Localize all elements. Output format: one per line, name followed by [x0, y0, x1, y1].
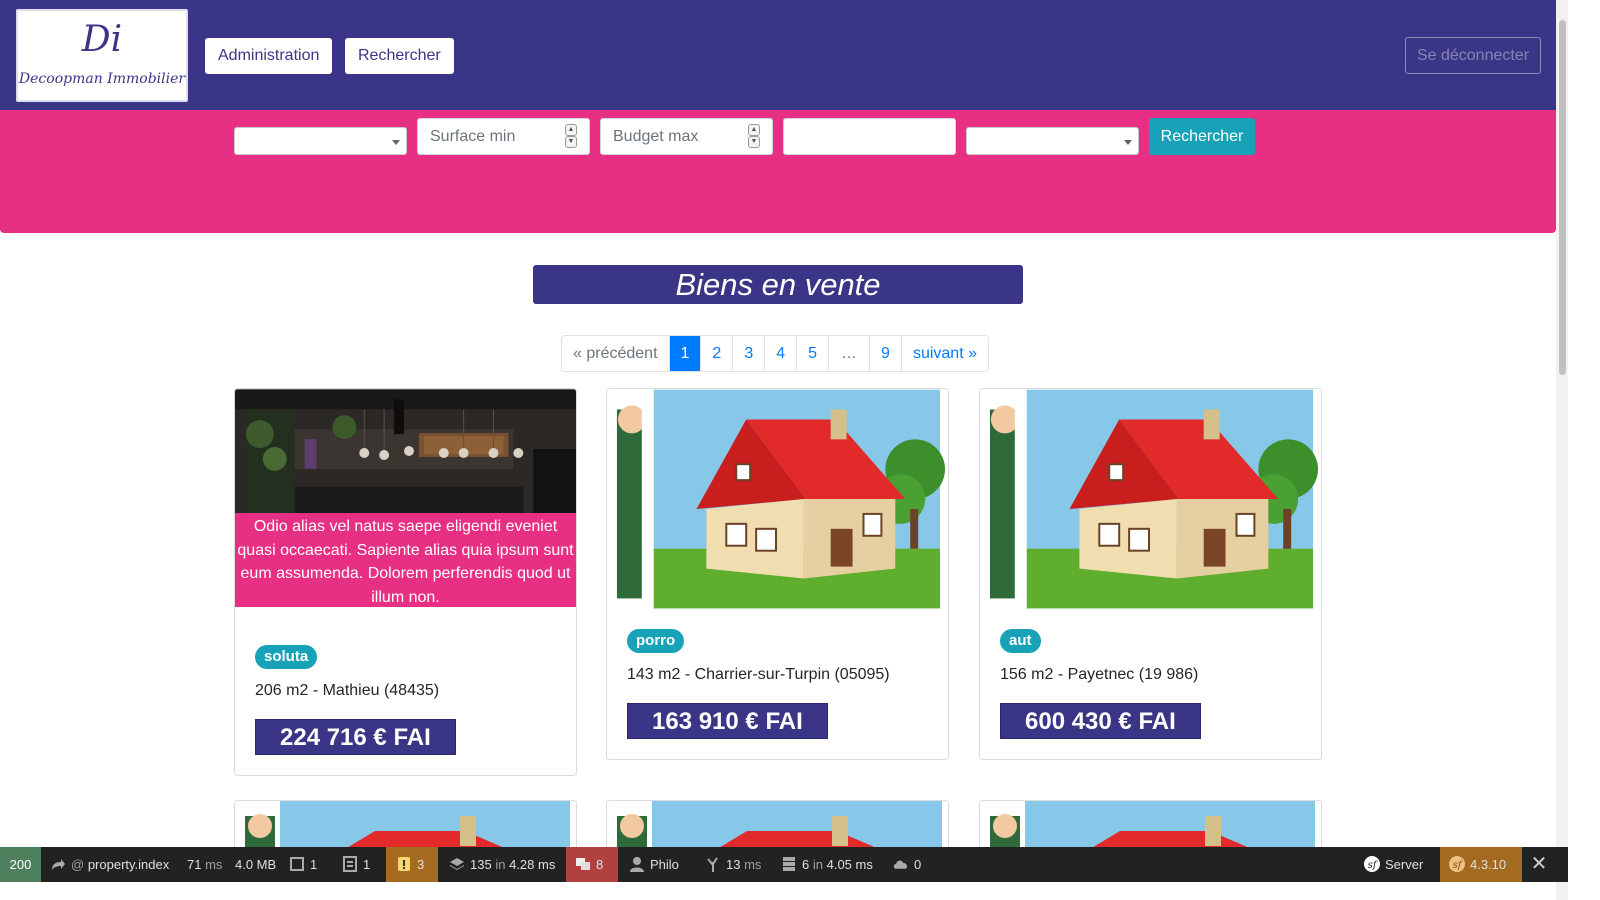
- property-price: 600 430 € FAI: [1000, 703, 1201, 739]
- translations-panel[interactable]: 8: [566, 847, 618, 882]
- route-panel[interactable]: @ property.index: [50, 847, 169, 882]
- symfony-version: 4.3.10: [1470, 857, 1507, 872]
- property-price: 224 716 € FAI: [255, 719, 456, 755]
- cache-in-label: in: [495, 857, 506, 872]
- translation-icon: [576, 858, 590, 870]
- pagination-page-9[interactable]: 9: [869, 336, 901, 371]
- surface-min-placeholder: Surface min: [430, 128, 516, 145]
- surface-min-input[interactable]: Surface min ▲ ▼: [417, 118, 590, 155]
- logout-button[interactable]: Se déconnecter: [1405, 37, 1541, 74]
- twig-time: 13: [726, 857, 741, 872]
- cache-panel[interactable]: 135 in 4.28 ms: [449, 847, 555, 882]
- time-panel[interactable]: 71 ms: [187, 847, 222, 882]
- options-select[interactable]: [966, 127, 1139, 155]
- request-time: 71: [187, 857, 202, 872]
- symfony-icon: sf: [1364, 856, 1380, 872]
- search-bar: Surface min ▲ ▼ Budget max ▲ ▼ Rechercher: [0, 110, 1556, 233]
- twig-panel[interactable]: 13 ms: [705, 847, 761, 882]
- pagination-prev[interactable]: « précédent: [562, 336, 669, 371]
- memory-usage: 4.0 MB: [235, 857, 277, 872]
- translations-count: 8: [596, 857, 604, 872]
- pagination: « précédent 1 2 3 4 5 … 9 suivant »: [561, 335, 989, 372]
- top-navbar: Di Decoopman Immobilier Administration R…: [0, 0, 1556, 110]
- route-name: property.index: [87, 857, 170, 872]
- budget-max-placeholder: Budget max: [613, 128, 699, 145]
- warning-icon: [398, 857, 410, 871]
- user-panel[interactable]: Philo: [629, 847, 679, 882]
- budget-max-input[interactable]: Budget max ▲ ▼: [600, 118, 773, 155]
- property-card[interactable]: Odio alias vel natus saepe eligendi even…: [234, 388, 577, 776]
- forms-panel[interactable]: 1: [289, 847, 317, 882]
- scrollbar-thumb[interactable]: [1559, 20, 1566, 375]
- logs-count: 1: [363, 857, 371, 872]
- server-label: Server: [1385, 857, 1424, 872]
- twig-time-unit: ms: [744, 857, 762, 872]
- warnings-count: 3: [417, 857, 425, 872]
- uploads-panel[interactable]: 0: [893, 847, 921, 882]
- pagination-page-4[interactable]: 4: [764, 336, 797, 371]
- status-code[interactable]: 200: [0, 847, 41, 882]
- logs-icon: [343, 856, 357, 872]
- rechercher-nav-button[interactable]: Rechercher: [345, 38, 454, 74]
- redirect-icon: [52, 859, 65, 870]
- property-info: 156 m2 - Payetnec (19 986): [1000, 666, 1199, 683]
- warnings-panel[interactable]: 3: [386, 847, 438, 882]
- brand-logo[interactable]: Di Decoopman Immobilier: [16, 9, 188, 102]
- property-tag: aut: [1000, 629, 1041, 653]
- property-card[interactable]: porro 143 m2 - Charrier-sur-Turpin (0509…: [606, 388, 949, 760]
- twig-icon: [707, 857, 718, 872]
- request-time-unit: ms: [205, 857, 223, 872]
- chevron-down-icon: [392, 140, 400, 145]
- property-info: 206 m2 - Mathieu (48435): [255, 682, 440, 699]
- cache-time: 4.28 ms: [509, 857, 556, 872]
- logo-monogram: Di: [81, 19, 123, 60]
- logs-panel[interactable]: 1: [342, 847, 370, 882]
- pagination-next[interactable]: suivant »: [900, 336, 988, 371]
- user-icon: [630, 857, 644, 872]
- type-select[interactable]: [234, 127, 407, 155]
- property-card[interactable]: aut 156 m2 - Payetnec (19 986) 600 430 €…: [979, 388, 1322, 760]
- version-panel[interactable]: sf 4.3.10: [1440, 847, 1522, 882]
- chevron-down-icon: [1124, 140, 1132, 145]
- database-icon: [783, 857, 795, 871]
- surface-stepper[interactable]: ▲ ▼: [565, 124, 577, 149]
- close-icon[interactable]: ✕: [1522, 847, 1556, 882]
- administration-button[interactable]: Administration: [205, 38, 333, 74]
- memory-panel[interactable]: 4.0 MB: [235, 847, 276, 882]
- property-tag: soluta: [255, 645, 318, 669]
- user-name: Philo: [650, 857, 679, 872]
- layers-icon: [450, 858, 464, 870]
- budget-stepper[interactable]: ▲ ▼: [748, 124, 760, 149]
- pagination-ellipsis: …: [828, 336, 870, 371]
- database-panel[interactable]: 6 in 4.05 ms: [781, 847, 873, 882]
- page-title: Biens en vente: [533, 265, 1023, 304]
- db-queries: 6: [802, 857, 810, 872]
- db-time: 4.05 ms: [826, 857, 873, 872]
- property-price: 163 910 € FAI: [627, 703, 828, 739]
- symfony-icon: sf: [1449, 856, 1465, 872]
- cloud-upload-icon: [893, 860, 907, 869]
- pagination-page-5[interactable]: 5: [796, 336, 829, 371]
- kitchen-image: [235, 389, 576, 514]
- logo-text: Decoopman Immobilier: [18, 71, 186, 87]
- property-tag: porro: [627, 629, 685, 653]
- search-submit-button[interactable]: Rechercher: [1149, 118, 1255, 155]
- cache-calls: 135: [470, 857, 492, 872]
- forms-count: 1: [310, 857, 318, 872]
- pagination-page-1[interactable]: 1: [668, 336, 701, 371]
- form-icon: [290, 857, 304, 871]
- uploads-count: 0: [914, 857, 922, 872]
- house-image: [607, 389, 948, 609]
- pagination-page-2[interactable]: 2: [700, 336, 733, 371]
- debug-toolbar: 200 @ property.index 71 ms 4.0 MB 1 1 3 …: [0, 847, 1568, 882]
- page-scrollbar[interactable]: [1556, 0, 1568, 900]
- property-description: Odio alias vel natus saepe eligendi even…: [235, 513, 576, 607]
- house-image: [980, 389, 1321, 609]
- city-input[interactable]: [783, 118, 956, 155]
- db-in-label: in: [812, 857, 823, 872]
- server-panel[interactable]: sf Server: [1364, 847, 1423, 882]
- pagination-page-3[interactable]: 3: [732, 336, 765, 371]
- property-info: 143 m2 - Charrier-sur-Turpin (05095): [627, 666, 890, 683]
- route-prefix: @: [71, 857, 85, 872]
